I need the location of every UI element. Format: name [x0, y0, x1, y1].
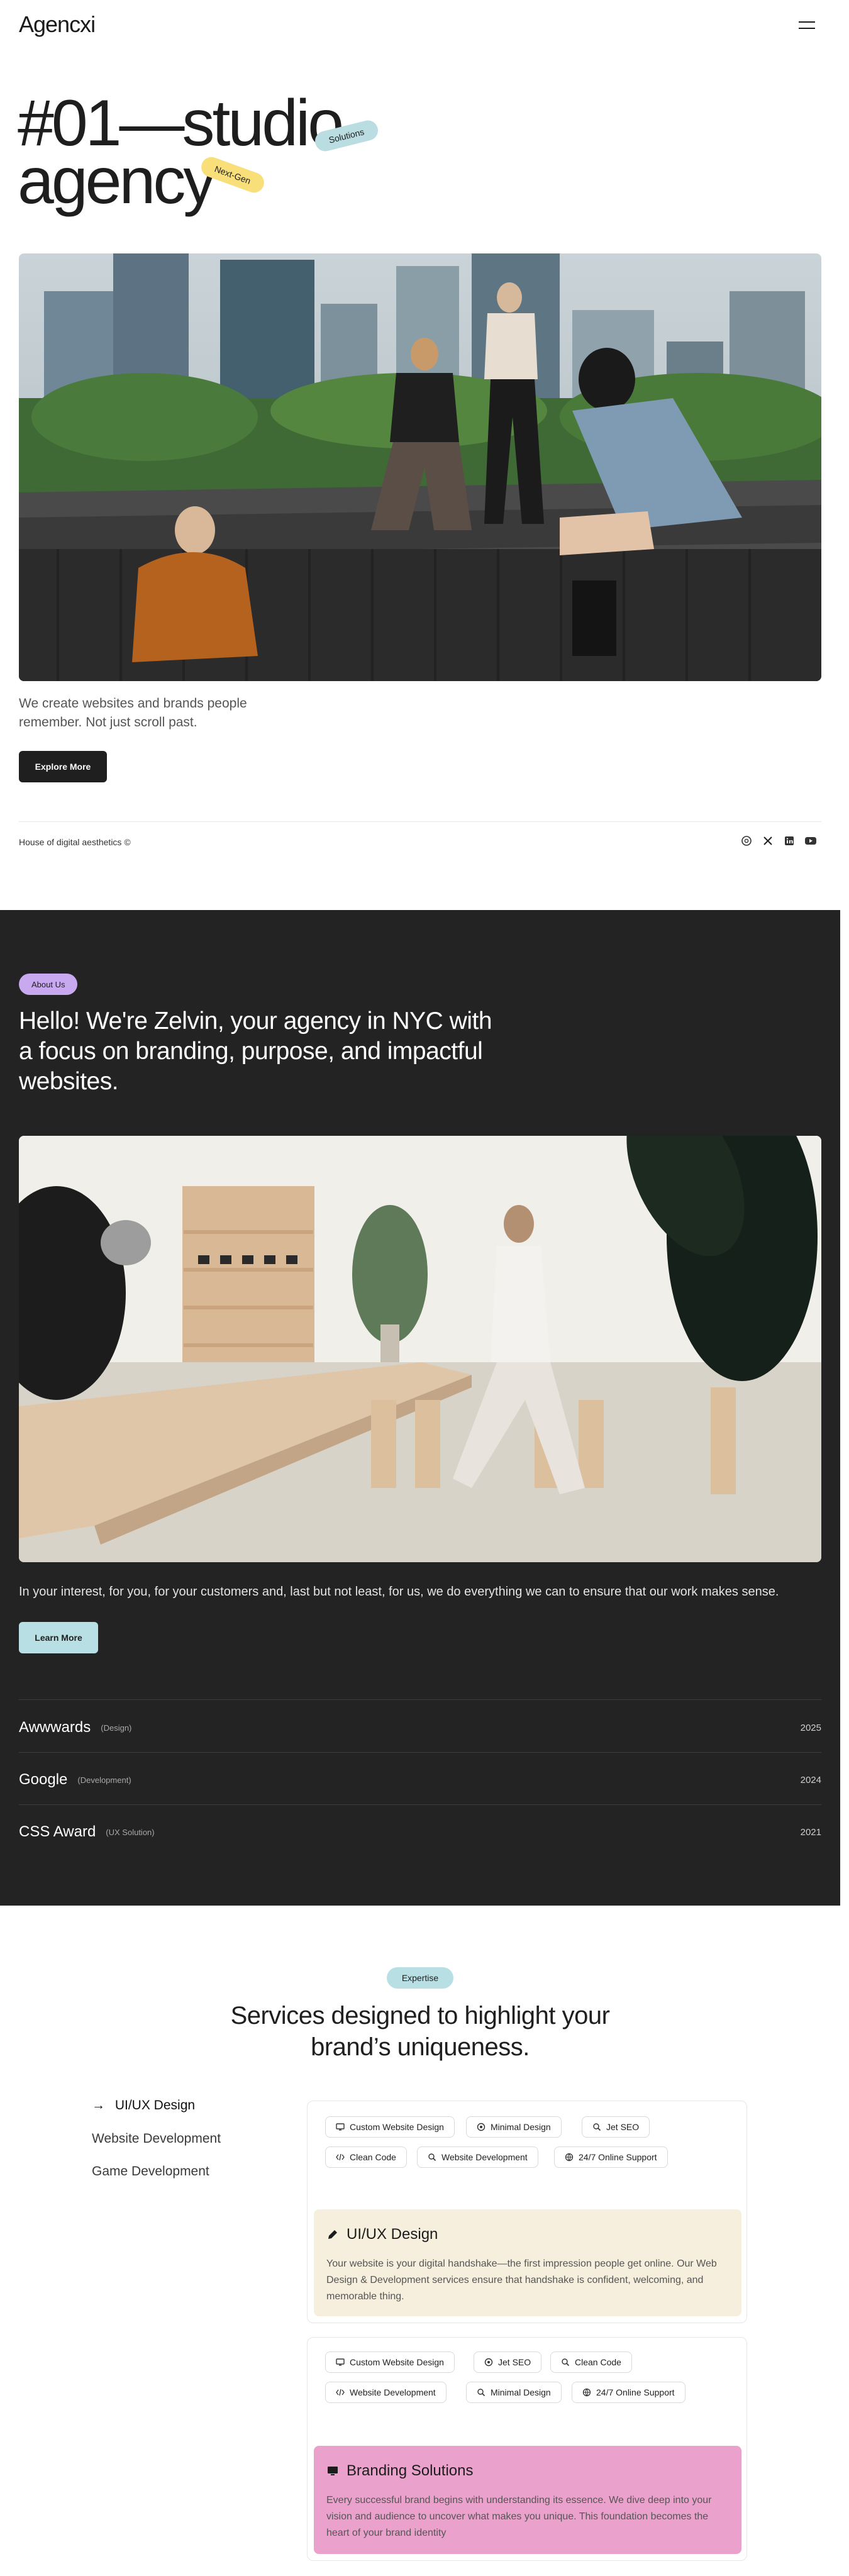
tag-chip-label: Minimal Design: [491, 2387, 551, 2397]
tag-chip[interactable]: Clean Code: [325, 2146, 407, 2168]
award-tag: (Design): [101, 1723, 132, 1733]
hero-divider: [19, 821, 821, 822]
tag-chip-label: Custom Website Design: [350, 2122, 444, 2132]
about-description: In your interest, for you, for your cust…: [19, 1585, 779, 1599]
tag-chip-label: Jet SEO: [606, 2122, 640, 2132]
tag-chip[interactable]: Minimal Design: [466, 2382, 562, 2403]
hero-title-line2: agency: [18, 145, 216, 218]
hero-title: #01—studio agency: [18, 87, 344, 218]
monitor-icon: [328, 2467, 338, 2475]
tag-chip-label: Website Development: [350, 2387, 436, 2397]
service-detail-body: Your website is your digital handshake—t…: [326, 2258, 717, 2302]
tag-chip-label: 24/7 Online Support: [579, 2152, 657, 2162]
globe-icon: [582, 2388, 591, 2397]
service-nav-label: UI/UX Design: [114, 2098, 196, 2112]
award-tag: (Development): [77, 1775, 131, 1785]
office-image: [19, 1136, 821, 1562]
hero-image: [19, 253, 821, 681]
house-tagline: House of digital aesthetics ©: [19, 837, 131, 847]
award-name: CSS Award: [19, 1823, 96, 1840]
tag-chip[interactable]: Custom Website Design: [325, 2116, 455, 2138]
service-card: Custom Website Design Minimal Design Jet…: [307, 2101, 747, 2323]
tag-chip-label: Jet SEO: [498, 2357, 531, 2367]
code-icon: [336, 2153, 345, 2161]
service-detail-title: UI/UX Design: [326, 2226, 438, 2243]
service-detail-title: Branding Solutions: [326, 2462, 473, 2480]
tag-chip-label: Website Development: [441, 2152, 528, 2162]
tag-chip[interactable]: Minimal Design: [466, 2116, 562, 2138]
award-row[interactable]: Google (Development) 2024: [19, 1767, 821, 1792]
monitor-icon: [336, 2123, 345, 2131]
youtube-icon[interactable]: [804, 834, 818, 848]
award-name: Google: [19, 1771, 68, 1788]
service-card: Custom Website Design Jet SEO Clean Code…: [307, 2337, 747, 2561]
award-year: 2025: [800, 1722, 821, 1733]
award-tag: (UX Solution): [106, 1827, 155, 1837]
tag-chip-label: 24/7 Online Support: [596, 2387, 675, 2397]
monitor-icon: [336, 2358, 345, 2366]
service-detail-title-text: Branding Solutions: [347, 2462, 474, 2479]
tag-chip-label: Clean Code: [575, 2357, 621, 2367]
threads-icon[interactable]: [740, 834, 753, 848]
award-row[interactable]: Awwwards (Design) 2025: [19, 1715, 821, 1740]
search-icon: [562, 2358, 570, 2367]
pen-icon: [328, 2230, 337, 2239]
service-detail-panel: Branding Solutions Every successful bran…: [314, 2446, 741, 2554]
award-name: Awwwards: [19, 1719, 91, 1736]
tag-chip[interactable]: Clean Code: [550, 2351, 632, 2373]
service-detail-title-text: UI/UX Design: [347, 2226, 438, 2243]
code-icon: [336, 2389, 345, 2396]
award-divider: [19, 1752, 821, 1753]
target-icon: [477, 2123, 486, 2131]
expertise-badge: Expertise: [387, 1967, 453, 1989]
tag-chip[interactable]: 24/7 Online Support: [554, 2146, 668, 2168]
x-icon[interactable]: [761, 834, 775, 848]
tag-chip[interactable]: 24/7 Online Support: [572, 2382, 685, 2403]
explore-more-button[interactable]: Explore More: [19, 751, 107, 782]
tag-chip[interactable]: Website Development: [325, 2382, 447, 2403]
service-nav-website-development[interactable]: Website Development: [92, 2131, 221, 2146]
linkedin-icon[interactable]: [782, 834, 796, 848]
globe-icon: [565, 2153, 574, 2162]
about-title: Hello! We're Zelvin, your agency in NYC …: [19, 1008, 492, 1095]
target-icon: [484, 2358, 493, 2367]
hamburger-menu-icon[interactable]: [799, 20, 815, 30]
logo[interactable]: Agencxi: [19, 11, 96, 38]
learn-more-button[interactable]: Learn More: [19, 1622, 98, 1653]
search-icon: [477, 2389, 486, 2397]
tag-chip-label: Custom Website Design: [350, 2357, 444, 2367]
hero-title-line1: #01—studio: [18, 87, 344, 160]
award-divider: [19, 1804, 821, 1805]
tag-chip-label: Clean Code: [350, 2152, 396, 2162]
tag-chip[interactable]: Jet SEO: [582, 2116, 650, 2138]
tag-chip[interactable]: Jet SEO: [474, 2351, 542, 2373]
hero-description: We create websites and brands people rem…: [19, 696, 247, 730]
service-detail-body: Every successful brand begins with under…: [326, 2495, 712, 2538]
search-icon: [593, 2123, 601, 2131]
arrow-right-icon: →: [92, 2098, 105, 2112]
award-year: 2024: [800, 1774, 821, 1785]
award-year: 2021: [800, 1826, 821, 1838]
search-icon: [428, 2153, 436, 2162]
service-nav-ui-ux[interactable]: → UI/UX Design: [92, 2098, 195, 2113]
tag-chip[interactable]: Website Development: [417, 2146, 538, 2168]
tag-chip[interactable]: Custom Website Design: [325, 2351, 455, 2373]
hero-photo-illustration: [19, 253, 821, 681]
office-photo-illustration: [19, 1136, 821, 1562]
site-header: Agencxi: [0, 0, 849, 50]
award-divider: [19, 1699, 821, 1700]
award-row[interactable]: CSS Award (UX Solution) 2021: [19, 1819, 821, 1845]
about-us-badge: About Us: [19, 974, 78, 995]
service-nav-game-development[interactable]: Game Development: [92, 2164, 209, 2179]
tag-chip-label: Minimal Design: [491, 2122, 551, 2132]
services-title: Services designed to highlight your bran…: [230, 2002, 610, 2061]
service-detail-panel: UI/UX Design Your website is your digita…: [314, 2209, 741, 2316]
